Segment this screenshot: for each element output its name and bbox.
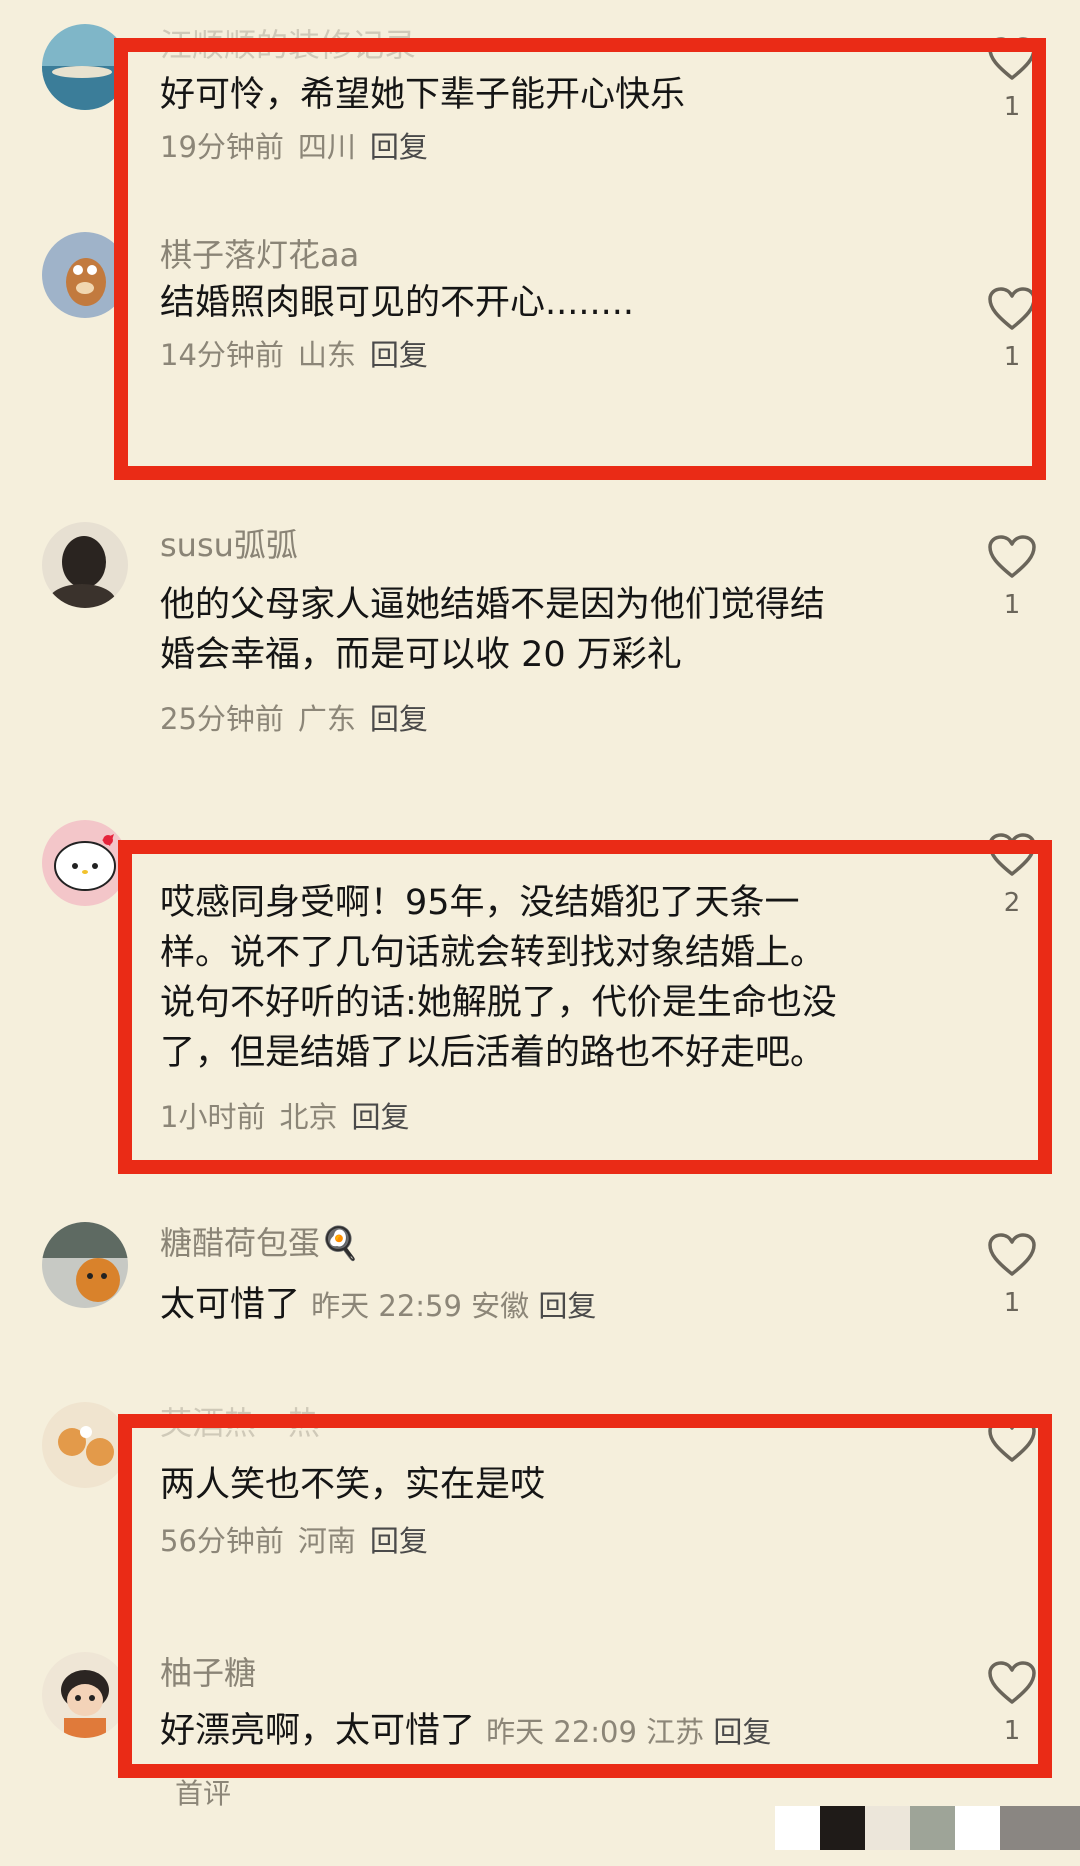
- like-count: 2: [1003, 888, 1021, 918]
- like-count: 1: [1003, 1716, 1021, 1746]
- comment-location: 广东: [297, 702, 356, 736]
- comment-text: 两人笑也不笑，实在是哎: [160, 1465, 546, 1505]
- like-button[interactable]: 1: [984, 534, 1040, 620]
- comment-location: 四川: [297, 130, 356, 164]
- comment-text-body: 好漂亮啊，太可惜了: [160, 1711, 476, 1751]
- comment-location: 安徽: [471, 1289, 530, 1323]
- comment-username[interactable]: 柚子糖: [160, 1648, 256, 1694]
- comment-meta: 昨天 22:09 江苏 回复: [486, 1715, 771, 1749]
- comment-time: 19分钟前: [160, 130, 284, 164]
- comment-text: 好可怜，希望她下辈子能开心快乐: [160, 75, 686, 115]
- comment-username[interactable]: 汪顺顺的装修记录: [160, 20, 416, 66]
- comment-meta: 昨天 22:59 安徽 回复: [311, 1289, 596, 1323]
- reply-button[interactable]: 回复: [370, 1524, 428, 1558]
- avatar[interactable]: [42, 820, 128, 906]
- comment-meta: 56分钟前 河南 回复: [160, 1518, 442, 1560]
- color-swatch: [865, 1806, 910, 1850]
- color-swatch: [910, 1806, 955, 1850]
- like-count: 1: [1003, 92, 1021, 122]
- comment-username[interactable]: 芙酒热一热: [160, 1398, 320, 1444]
- heart-icon: [988, 833, 1036, 876]
- comment-text: 太可惜了 昨天 22:59 安徽 回复: [160, 1280, 920, 1331]
- heart-icon: [988, 535, 1036, 578]
- comment-time: 昨天 22:09: [486, 1715, 637, 1749]
- comment-username[interactable]: 糖醋荷包蛋🍳: [160, 1218, 360, 1264]
- avatar[interactable]: [42, 522, 128, 608]
- first-comment-tag: 首评: [175, 1777, 232, 1810]
- reply-button[interactable]: 回复: [370, 338, 428, 372]
- reply-button[interactable]: 回复: [370, 702, 428, 736]
- like-button[interactable]: 1: [984, 36, 1040, 122]
- comment-username[interactable]: susu弧弧: [160, 520, 298, 566]
- color-swatch: [1000, 1806, 1080, 1850]
- comment-text-body: 太可惜了: [160, 1285, 301, 1325]
- comment-meta: 14分钟前 山东 回复: [160, 332, 442, 374]
- reply-button[interactable]: 回复: [370, 130, 428, 164]
- heart-icon: [988, 1661, 1036, 1704]
- comment-text: 哎感同身受啊！95年，没结婚犯了天条一 样。说不了几句话就会转到找对象结婚上。 …: [160, 883, 837, 1073]
- comment-time: 昨天 22:59: [311, 1289, 462, 1323]
- comment-location: 江苏: [646, 1715, 705, 1749]
- comment-location: 山东: [297, 338, 356, 372]
- heart-icon: [988, 287, 1036, 330]
- reply-button[interactable]: 回复: [713, 1715, 771, 1749]
- heart-icon: [988, 37, 1036, 80]
- color-swatch: [775, 1806, 820, 1850]
- avatar[interactable]: [42, 232, 128, 318]
- comment-location: 河南: [297, 1524, 356, 1558]
- comment-time: 1小时前: [160, 1100, 266, 1134]
- like-count: 1: [1003, 590, 1021, 620]
- heart-icon: [988, 1419, 1036, 1462]
- comment-text: 他的父母家人逼她结婚不是因为他们觉得结 婚会幸福，而是可以收 20 万彩礼: [160, 585, 826, 675]
- like-button[interactable]: 1: [984, 1232, 1040, 1318]
- comment-time: 14分钟前: [160, 338, 284, 372]
- like-count: 1: [1003, 1288, 1021, 1318]
- reply-button[interactable]: 回复: [351, 1100, 409, 1134]
- heart-icon: [988, 1233, 1036, 1276]
- avatar[interactable]: [42, 1222, 128, 1308]
- comment-location: 北京: [279, 1100, 338, 1134]
- comment-meta: 1小时前 北京 回复: [160, 1094, 423, 1136]
- avatar[interactable]: [42, 1402, 128, 1488]
- comment-time: 56分钟前: [160, 1524, 284, 1558]
- avatar[interactable]: [42, 1652, 128, 1738]
- like-button[interactable]: 1: [984, 1660, 1040, 1746]
- like-button[interactable]: 1: [984, 286, 1040, 372]
- comment-time: 25分钟前: [160, 702, 284, 736]
- color-swatch: [955, 1806, 1000, 1850]
- comment-text: 结婚照肉眼可见的不开心........: [160, 283, 635, 323]
- avatar[interactable]: [42, 24, 128, 110]
- comment-username[interactable]: 棋子落灯花aa: [160, 230, 359, 276]
- reply-button[interactable]: 回复: [538, 1289, 596, 1323]
- like-button[interactable]: 2: [984, 832, 1040, 918]
- color-swatch: [820, 1806, 865, 1850]
- like-count: 1: [1003, 342, 1021, 372]
- comment-text: 好漂亮啊，太可惜了 昨天 22:09 江苏 回复: [160, 1706, 920, 1757]
- like-button[interactable]: [984, 1418, 1040, 1474]
- comment-meta: 25分钟前 广东 回复: [160, 696, 442, 738]
- comment-meta: 19分钟前 四川 回复: [160, 124, 442, 166]
- color-swatch-strip: [775, 1806, 1080, 1850]
